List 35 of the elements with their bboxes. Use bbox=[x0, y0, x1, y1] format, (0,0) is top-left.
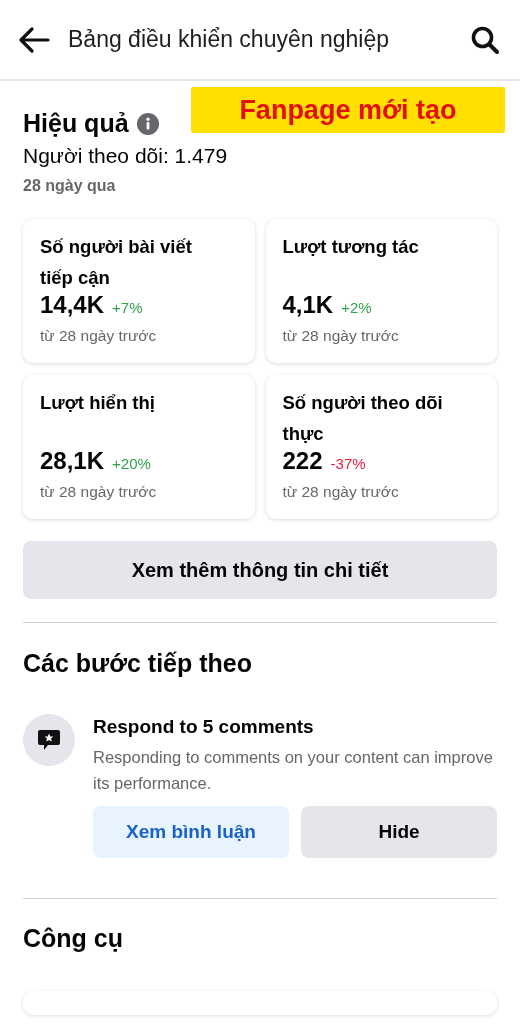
period-label: 28 ngày qua bbox=[23, 177, 117, 195]
section-title: Hiệu quả bbox=[23, 109, 129, 138]
metric-card[interactable]: Lượt hiển thị 28,1K +20% từ 28 ngày trước bbox=[23, 375, 255, 519]
metric-label: Lượt hiển thị bbox=[40, 391, 156, 415]
metric-value: 14,4K bbox=[40, 291, 105, 319]
metric-change: -37% bbox=[330, 455, 366, 472]
task-title: Respond to 5 comments bbox=[93, 716, 315, 738]
info-icon[interactable] bbox=[136, 112, 159, 135]
metric-card[interactable]: Số người theo dõi thực 222 -37% từ 28 ngày trước bbox=[265, 375, 497, 519]
view-comments-button[interactable]: Xem bình luận bbox=[93, 806, 289, 858]
metric-note: từ 28 ngày trước bbox=[40, 483, 158, 501]
metric-note: từ 28 ngày trước bbox=[40, 327, 158, 345]
metric-label: Số người bài viết tiếp cận bbox=[40, 235, 193, 290]
hide-button[interactable]: Hide bbox=[301, 806, 497, 858]
search-button[interactable] bbox=[470, 24, 500, 55]
section-title: Công cụ bbox=[23, 924, 124, 953]
metric-card[interactable]: Số người bài viết tiếp cận 14,4K +7% từ 28 ngày trước bbox=[23, 219, 255, 363]
section-title: Các bước tiếp theo bbox=[23, 649, 253, 678]
metric-label: Số người theo dõi thực bbox=[282, 391, 444, 446]
page-title: Bảng điều khiển chuyên nghiệp bbox=[68, 26, 390, 53]
metric-note: từ 28 ngày trước bbox=[282, 483, 400, 501]
metric-note: từ 28 ngày trước bbox=[282, 327, 400, 345]
metric-label: Lượt tương tác bbox=[282, 235, 420, 259]
details-button[interactable]: Xem thêm thông tin chi tiết bbox=[23, 541, 497, 599]
annotation-banner: Fanpage mới tạo bbox=[191, 87, 505, 133]
metric-change: +2% bbox=[341, 299, 372, 316]
metric-value: 4,1K bbox=[282, 291, 334, 319]
metric-change: +20% bbox=[112, 455, 151, 472]
metric-change: +7% bbox=[112, 299, 143, 316]
metric-card[interactable]: Lượt tương tác 4,1K +2% từ 28 ngày trước bbox=[265, 219, 497, 363]
task-description: Responding to comments on your content can improve its performance. bbox=[93, 747, 494, 794]
follower-count: Người theo dõi: 1.479 bbox=[23, 144, 229, 168]
metric-value: 28,1K bbox=[40, 447, 105, 475]
back-button[interactable] bbox=[18, 25, 50, 54]
metric-value: 222 bbox=[282, 447, 323, 475]
